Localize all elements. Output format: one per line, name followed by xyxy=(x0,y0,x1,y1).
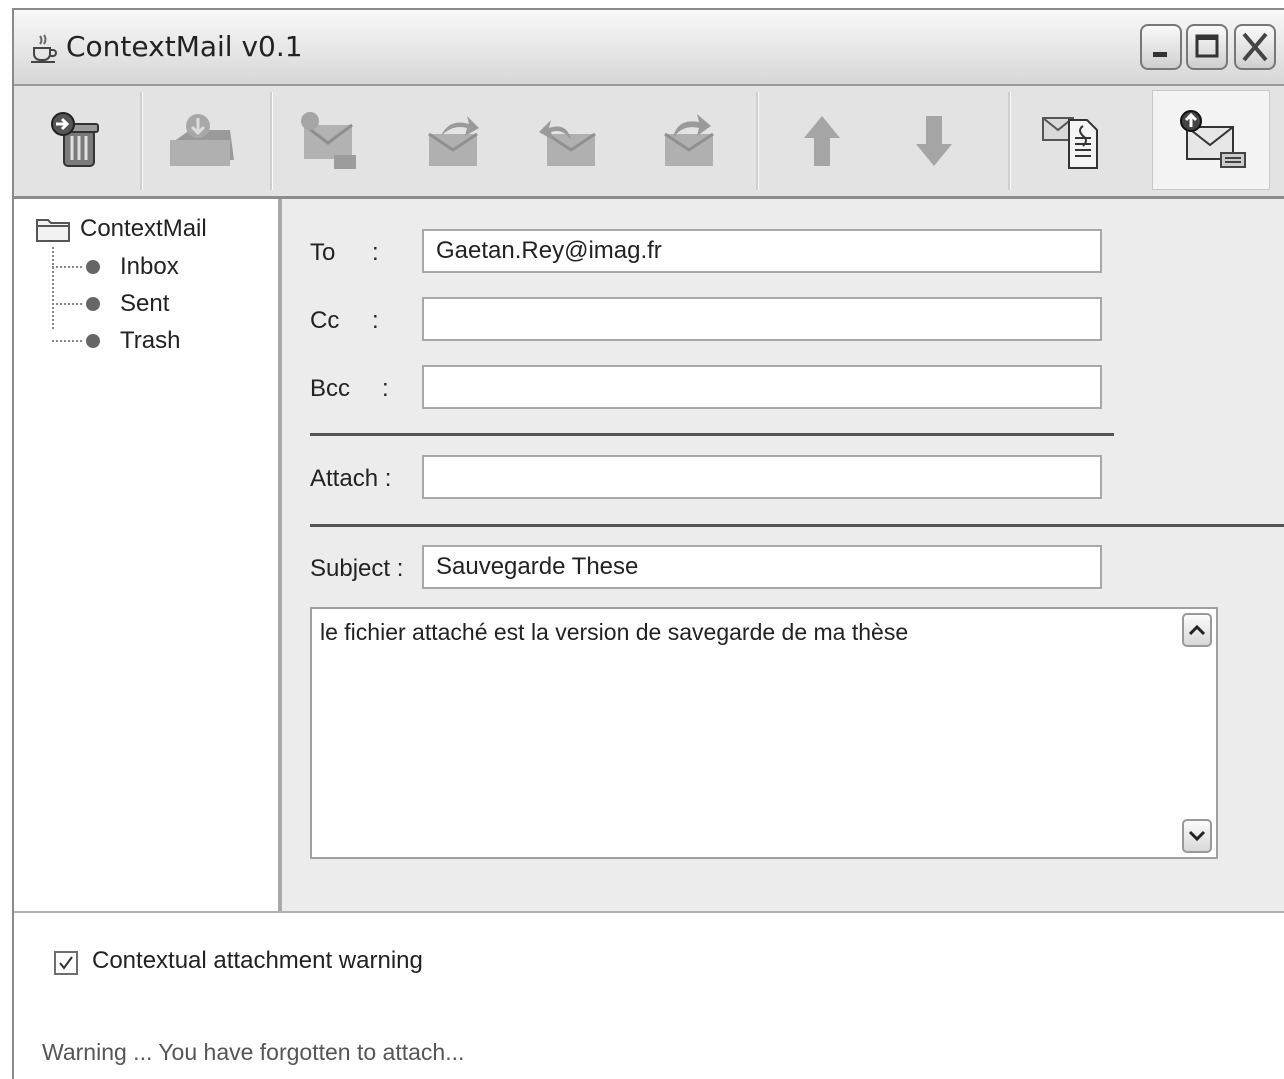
arrow-up-icon xyxy=(804,116,840,166)
maximize-icon xyxy=(1195,34,1219,58)
bcc-colon: : xyxy=(382,375,389,402)
checkmark-icon xyxy=(59,956,73,970)
subject-field[interactable]: Sauvegarde These xyxy=(422,545,1102,589)
arrow-down-icon xyxy=(916,116,952,166)
to-field[interactable]: Gaetan.Rey@imag.fr xyxy=(422,229,1102,273)
toolbar xyxy=(14,86,1284,199)
window-title: ContextMail v0.1 xyxy=(66,30,303,63)
toolbar-move-down-button[interactable] xyxy=(876,86,992,196)
cc-label: Cc xyxy=(310,307,340,334)
java-cup-icon xyxy=(31,34,57,63)
close-button[interactable] xyxy=(1234,24,1276,70)
toolbar-receive-button[interactable] xyxy=(144,86,260,196)
tree-item-label: Trash xyxy=(120,327,181,354)
divider xyxy=(310,524,1284,527)
toolbar-attach-button[interactable] xyxy=(1012,86,1128,196)
tree-root[interactable]: ContextMail xyxy=(36,215,207,243)
toolbar-delete-button[interactable] xyxy=(20,86,136,196)
tree-root-label: ContextMail xyxy=(80,215,207,242)
compose-panel: To : Gaetan.Rey@imag.fr Cc : Bcc : Attac… xyxy=(286,199,1284,911)
toolbar-reply-all-button[interactable] xyxy=(514,86,630,196)
tree-item-label: Inbox xyxy=(120,253,179,280)
forward-icon xyxy=(664,114,714,166)
toolbar-reply-button[interactable] xyxy=(396,86,512,196)
reply-icon xyxy=(428,116,479,166)
tree-item-inbox[interactable]: Inbox xyxy=(52,253,179,281)
reply-all-icon xyxy=(539,120,596,166)
chevron-down-icon xyxy=(1188,830,1206,842)
toolbar-new-mail-button[interactable] xyxy=(274,86,390,196)
folder-tree: ContextMail Inbox Sent Trash xyxy=(14,199,282,911)
contextual-warning-label[interactable]: Contextual attachment warning xyxy=(92,947,423,975)
status-panel: Contextual attachment warning Warning ..… xyxy=(14,911,1284,1079)
warning-message: Warning ... You have forgotten to attach… xyxy=(42,1039,465,1065)
bcc-label: Bcc xyxy=(310,375,351,402)
scroll-down-button[interactable] xyxy=(1182,819,1212,853)
bullet-icon xyxy=(86,297,100,311)
tree-item-trash[interactable]: Trash xyxy=(52,327,180,355)
attach-label: Attach : xyxy=(310,465,392,492)
bcc-field[interactable] xyxy=(422,365,1102,409)
chevron-up-icon xyxy=(1188,624,1206,636)
bullet-icon xyxy=(86,260,100,274)
trash-go-icon xyxy=(51,112,99,167)
divider xyxy=(310,433,1114,436)
folder-icon xyxy=(36,219,70,242)
tree-item-label: Sent xyxy=(120,290,170,317)
cc-colon: : xyxy=(372,307,379,334)
bullet-icon xyxy=(86,334,100,348)
cc-field[interactable] xyxy=(422,297,1102,341)
attach-field[interactable] xyxy=(422,455,1102,499)
minimize-icon xyxy=(1153,52,1167,57)
tree-item-sent[interactable]: Sent xyxy=(52,290,169,318)
scroll-up-button[interactable] xyxy=(1182,613,1212,647)
message-body[interactable]: le fichier attaché est la version de sav… xyxy=(310,607,1218,859)
send-mail-icon xyxy=(1180,110,1246,168)
maximize-button[interactable] xyxy=(1186,24,1228,70)
contextual-warning-checkbox[interactable] xyxy=(54,951,78,975)
title-bar: ContextMail v0.1 xyxy=(14,10,1284,86)
receive-mail-icon xyxy=(170,114,234,166)
toolbar-move-up-button[interactable] xyxy=(764,86,880,196)
message-body-text: le fichier attaché est la version de sav… xyxy=(320,619,909,645)
minimize-button[interactable] xyxy=(1140,24,1182,70)
to-label: To xyxy=(310,239,336,266)
app-window: ContextMail v0.1 ContextMail Inbox Sent … xyxy=(12,8,1284,1079)
attach-document-icon xyxy=(1042,117,1098,169)
toolbar-forward-button[interactable] xyxy=(632,86,748,196)
to-colon: : xyxy=(372,239,379,266)
subject-label: Subject : xyxy=(310,555,404,582)
close-icon xyxy=(1242,32,1268,62)
new-mail-icon xyxy=(301,112,356,169)
toolbar-send-button[interactable] xyxy=(1152,90,1270,190)
